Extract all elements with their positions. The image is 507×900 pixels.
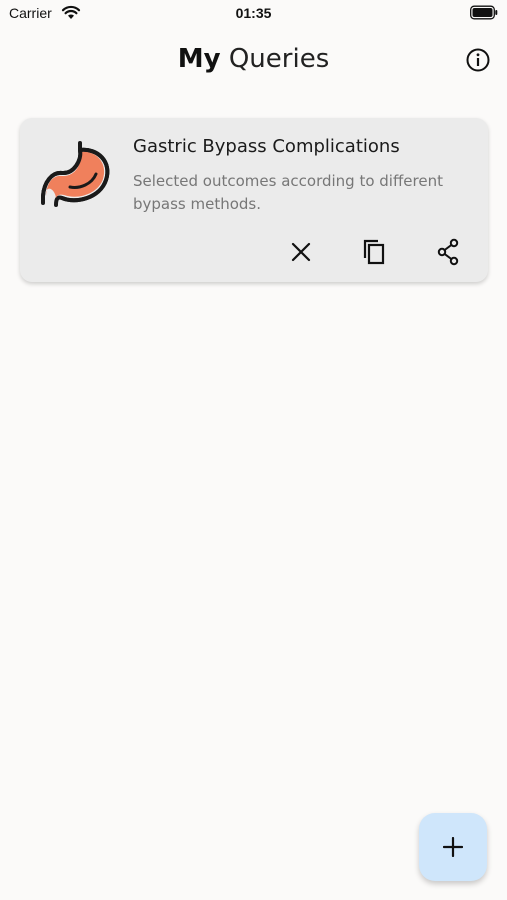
query-card[interactable]: Gastric Bypass Complications Selected ou…	[20, 118, 488, 282]
clock: 01:35	[235, 5, 272, 21]
page-title-light: Queries	[228, 44, 330, 74]
share-query-button[interactable]	[433, 236, 463, 268]
copy-icon	[363, 239, 385, 265]
copy-query-button[interactable]	[359, 236, 389, 268]
query-actions	[20, 236, 488, 268]
add-query-button[interactable]	[419, 813, 487, 881]
info-icon[interactable]	[465, 47, 491, 73]
battery-icon	[470, 5, 498, 20]
page-title: My Queries	[0, 44, 507, 74]
header: My Queries	[0, 40, 507, 80]
page-title-bold: My	[177, 44, 221, 74]
query-title: Gastric Bypass Complications	[133, 136, 400, 157]
close-icon	[291, 242, 311, 262]
stomach-icon	[41, 141, 110, 207]
status-bar: Carrier 01:35	[0, 0, 507, 28]
share-icon	[437, 238, 459, 266]
plus-icon	[443, 837, 463, 857]
remove-query-button[interactable]	[286, 236, 316, 268]
query-description: Selected outcomes according to different…	[133, 172, 443, 213]
